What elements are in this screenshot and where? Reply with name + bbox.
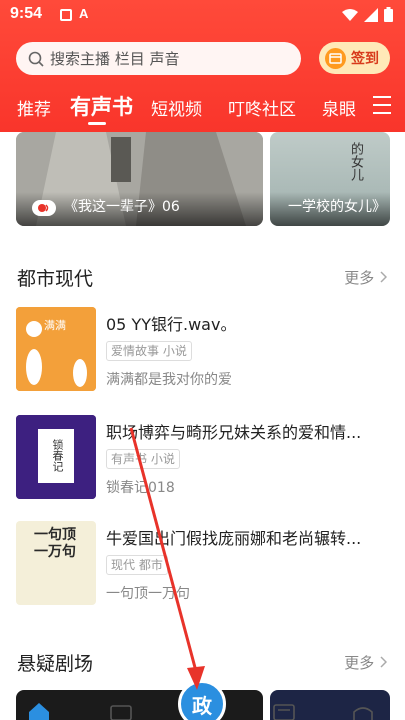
chat-icon[interactable] bbox=[352, 704, 374, 720]
section-title-suspense: 悬疑剧场 bbox=[17, 653, 94, 675]
section-title-urban: 都市现代 bbox=[17, 268, 94, 290]
tab-spring[interactable]: 泉眼 bbox=[322, 95, 356, 120]
banner-title: 《我这一辈子》06 bbox=[64, 199, 180, 215]
cover-title-text: 锁春记 bbox=[51, 439, 64, 472]
cover-image: 锁春记 bbox=[16, 415, 96, 499]
cover-title-text: 满满 bbox=[44, 319, 66, 332]
banner-side-title: 一学校的女儿》 bbox=[288, 199, 386, 215]
tab-community[interactable]: 叮咚社区 bbox=[228, 95, 296, 120]
item-subtitle: 锁春记018 bbox=[106, 480, 175, 496]
menu-icon[interactable] bbox=[373, 96, 391, 120]
news-icon[interactable] bbox=[273, 704, 295, 720]
top-header: 9:54 A 搜索主播 栏目 声音 签到 推荐 有声书 短视频 叮咚社区 泉眼 bbox=[0, 0, 405, 132]
tab-recommend[interactable]: 推荐 bbox=[17, 95, 51, 120]
checkin-label: 签到 bbox=[351, 51, 379, 67]
item-subtitle: 满满都是我对你的爱 bbox=[106, 372, 232, 388]
home-icon[interactable] bbox=[28, 702, 50, 720]
cover-title-text: 一句顶一万句 bbox=[34, 527, 76, 560]
item-title: 05 YY银行.wav。 bbox=[106, 315, 237, 334]
chevron-right-icon bbox=[380, 271, 388, 283]
search-icon bbox=[28, 51, 44, 67]
banner-card-main[interactable]: 《我这一辈子》06 bbox=[16, 132, 263, 226]
search-placeholder: 搜索主播 栏目 声音 bbox=[50, 50, 180, 68]
category-tabs: 推荐 有声书 短视频 叮咚社区 泉眼 bbox=[0, 91, 405, 125]
signal-icon bbox=[364, 7, 378, 22]
status-time: 9:54 bbox=[10, 5, 43, 22]
list-item[interactable]: 锁春记 职场博弈与畸形兄妹关系的爱和情... 有声书 小说 锁春记018 bbox=[16, 415, 390, 499]
item-subtitle: 一句顶一万句 bbox=[106, 586, 190, 602]
audio-play-icon bbox=[32, 200, 56, 216]
status-right-icons bbox=[342, 7, 393, 22]
tab-short-video[interactable]: 短视频 bbox=[151, 95, 202, 120]
cover-image: 一句顶一万句 bbox=[16, 521, 96, 605]
more-link-urban[interactable]: 更多 bbox=[344, 267, 388, 288]
tab-audiobook[interactable]: 有声书 bbox=[70, 91, 133, 121]
more-label: 更多 bbox=[344, 654, 375, 672]
item-title: 职场博弈与畸形兄妹关系的爱和情... bbox=[106, 423, 362, 442]
item-tag: 现代 都市 bbox=[106, 555, 168, 575]
banner-side-art-text: 的女儿 bbox=[348, 142, 363, 181]
list-item[interactable]: 满满 05 YY银行.wav。 爱情故事 小说 满满都是我对你的爱 bbox=[16, 307, 390, 391]
list-item[interactable]: 一句顶一万句 牛爱国出门假找庞丽娜和老尚辗转... 现代 都市 一句顶一万句 bbox=[16, 521, 390, 605]
app-a-icon: A bbox=[79, 6, 89, 21]
calendar-icon bbox=[325, 47, 346, 69]
search-bar[interactable]: 搜索主播 栏目 声音 bbox=[16, 42, 301, 75]
checkin-button[interactable]: 签到 bbox=[319, 42, 390, 74]
item-tag: 爱情故事 小说 bbox=[106, 341, 192, 361]
active-tab-indicator bbox=[88, 122, 106, 125]
more-label: 更多 bbox=[344, 269, 375, 287]
politics-fab-button[interactable]: 政 bbox=[178, 680, 226, 720]
radio-icon[interactable] bbox=[110, 704, 132, 720]
item-title: 牛爱国出门假找庞丽娜和老尚辗转... bbox=[106, 529, 362, 548]
battery-icon bbox=[384, 7, 393, 22]
status-bar: 9:54 A bbox=[0, 0, 405, 30]
cover-image: 满满 bbox=[16, 307, 96, 391]
wifi-icon bbox=[342, 8, 358, 21]
notification-icon bbox=[60, 9, 72, 21]
more-link-suspense[interactable]: 更多 bbox=[344, 652, 388, 673]
chevron-right-icon bbox=[380, 656, 388, 668]
item-tag: 有声书 小说 bbox=[106, 449, 180, 469]
banner-card-side[interactable]: 的女儿 一学校的女儿》 bbox=[270, 132, 390, 226]
